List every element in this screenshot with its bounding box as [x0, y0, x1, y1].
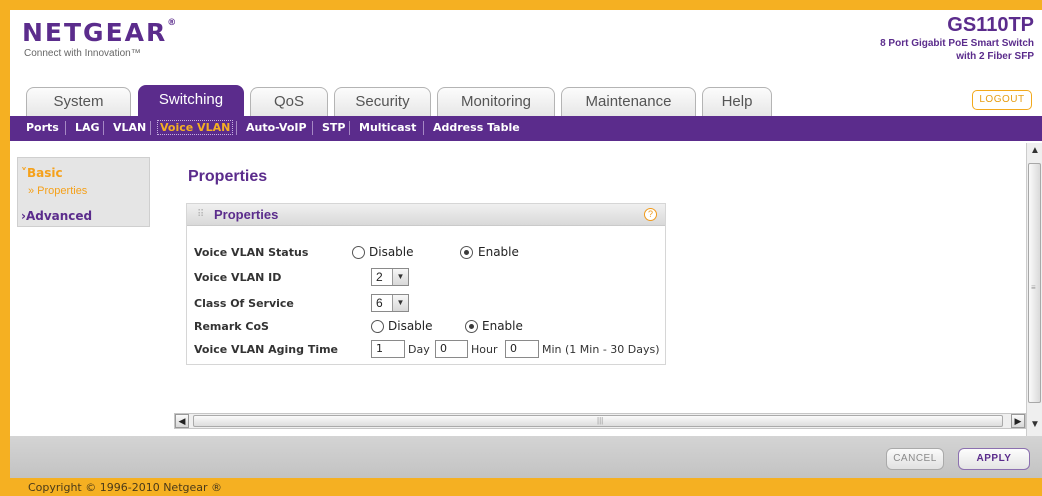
tagline: Connect with Innovation™ — [24, 48, 141, 59]
header: NETGEAR® Connect with Innovation™ GS110T… — [10, 10, 1042, 82]
divider — [236, 121, 237, 135]
divider — [423, 121, 424, 135]
sub-navigation: Ports LAG VLAN Voice VLAN Auto-VoIP STP … — [10, 116, 1042, 141]
min-unit: Min (1 Min - 30 Days) — [542, 343, 660, 356]
status-enable-radio[interactable] — [460, 246, 473, 259]
status-enable-label: Enable — [478, 245, 519, 259]
tab-qos[interactable]: QoS — [250, 87, 328, 117]
divider — [312, 121, 313, 135]
scroll-left-icon[interactable]: ◀ — [175, 414, 189, 428]
hour-unit: Hour — [471, 343, 498, 356]
subnav-ports[interactable]: Ports — [26, 121, 59, 134]
vertical-scrollbar[interactable]: ▲ ≡ ▼ — [1026, 143, 1042, 436]
class-of-service-label: Class Of Service — [194, 297, 294, 310]
class-of-service-select[interactable]: 6 ▼ — [371, 294, 409, 312]
voice-vlan-id-label: Voice VLAN ID — [194, 271, 282, 284]
page-title: Properties — [188, 168, 268, 185]
model-description: 8 Port Gigabit PoE Smart Switch with 2 F… — [880, 38, 1034, 62]
aging-time-label: Voice VLAN Aging Time — [194, 343, 339, 356]
grip-icon: ≡ — [1031, 283, 1036, 292]
status-disable-radio[interactable] — [352, 246, 365, 259]
divider — [65, 121, 66, 135]
tab-maintenance[interactable]: Maintenance — [561, 87, 696, 117]
panel-title: Properties — [214, 207, 279, 222]
properties-panel: ⠿ Properties ? Voice VLAN Status Disable… — [186, 203, 666, 365]
copyright-text: Copyright © 1996-2010 Netgear ® — [28, 481, 223, 494]
divider — [103, 121, 104, 135]
main-tabs: System Switching QoS Security Monitoring… — [10, 82, 1042, 117]
subnav-voice-vlan[interactable]: Voice VLAN — [157, 120, 234, 135]
left-navigation: ˅Basic » Properties ›Advanced — [17, 157, 150, 227]
remark-disable-label: Disable — [388, 319, 433, 333]
subnav-stp[interactable]: STP — [322, 121, 346, 134]
page: NETGEAR® Connect with Innovation™ GS110T… — [10, 10, 1042, 486]
netgear-logo: NETGEAR® — [22, 18, 179, 47]
scroll-up-icon[interactable]: ▲ — [1030, 145, 1040, 156]
voice-vlan-id-select[interactable]: 2 ▼ — [371, 268, 409, 286]
help-icon[interactable]: ? — [644, 208, 657, 221]
cancel-button[interactable]: CANCEL — [886, 448, 944, 470]
divider — [349, 121, 350, 135]
subnav-multicast[interactable]: Multicast — [359, 121, 416, 134]
remark-enable-radio[interactable] — [465, 320, 478, 333]
aging-min-input[interactable]: 0 — [505, 340, 539, 358]
remark-cos-label: Remark CoS — [194, 320, 269, 333]
horizontal-scrollbar[interactable]: ◀ ||| ▶ — [174, 413, 1026, 429]
nav-properties[interactable]: » Properties — [28, 185, 87, 197]
model-name: GS110TP — [947, 14, 1034, 36]
nav-advanced[interactable]: ›Advanced — [21, 209, 92, 223]
apply-button[interactable]: APPLY — [958, 448, 1030, 470]
scroll-right-icon[interactable]: ▶ — [1011, 414, 1025, 428]
day-unit: Day — [408, 343, 430, 356]
subnav-lag[interactable]: LAG — [75, 121, 100, 134]
aging-day-input[interactable]: 1 — [371, 340, 405, 358]
chevron-down-icon: ▼ — [392, 269, 408, 285]
voice-vlan-status-label: Voice VLAN Status — [194, 246, 309, 259]
tab-system[interactable]: System — [26, 87, 131, 117]
subnav-vlan[interactable]: VLAN — [113, 121, 146, 134]
divider — [150, 121, 151, 135]
action-bar: CANCEL APPLY — [10, 436, 1042, 480]
remark-enable-label: Enable — [482, 319, 523, 333]
footer: Copyright © 1996-2010 Netgear ® — [0, 478, 1042, 496]
chevron-down-icon: ▼ — [392, 295, 408, 311]
tab-switching[interactable]: Switching — [138, 85, 244, 117]
status-disable-label: Disable — [369, 245, 414, 259]
subnav-address-table[interactable]: Address Table — [433, 121, 520, 134]
remark-disable-radio[interactable] — [371, 320, 384, 333]
aging-hour-input[interactable]: 0 — [435, 340, 468, 358]
scroll-down-icon[interactable]: ▼ — [1030, 419, 1040, 430]
tab-help[interactable]: Help — [702, 87, 772, 117]
panel-header: ⠿ Properties ? — [187, 204, 665, 226]
tab-security[interactable]: Security — [334, 87, 431, 117]
grip-icon: ||| — [597, 416, 604, 425]
tab-monitoring[interactable]: Monitoring — [437, 87, 555, 117]
grip-icon: ⠿ — [197, 209, 205, 220]
subnav-auto-voip[interactable]: Auto-VoIP — [246, 121, 307, 134]
nav-basic[interactable]: ˅Basic — [21, 166, 63, 180]
logout-button[interactable]: LOGOUT — [972, 90, 1032, 110]
